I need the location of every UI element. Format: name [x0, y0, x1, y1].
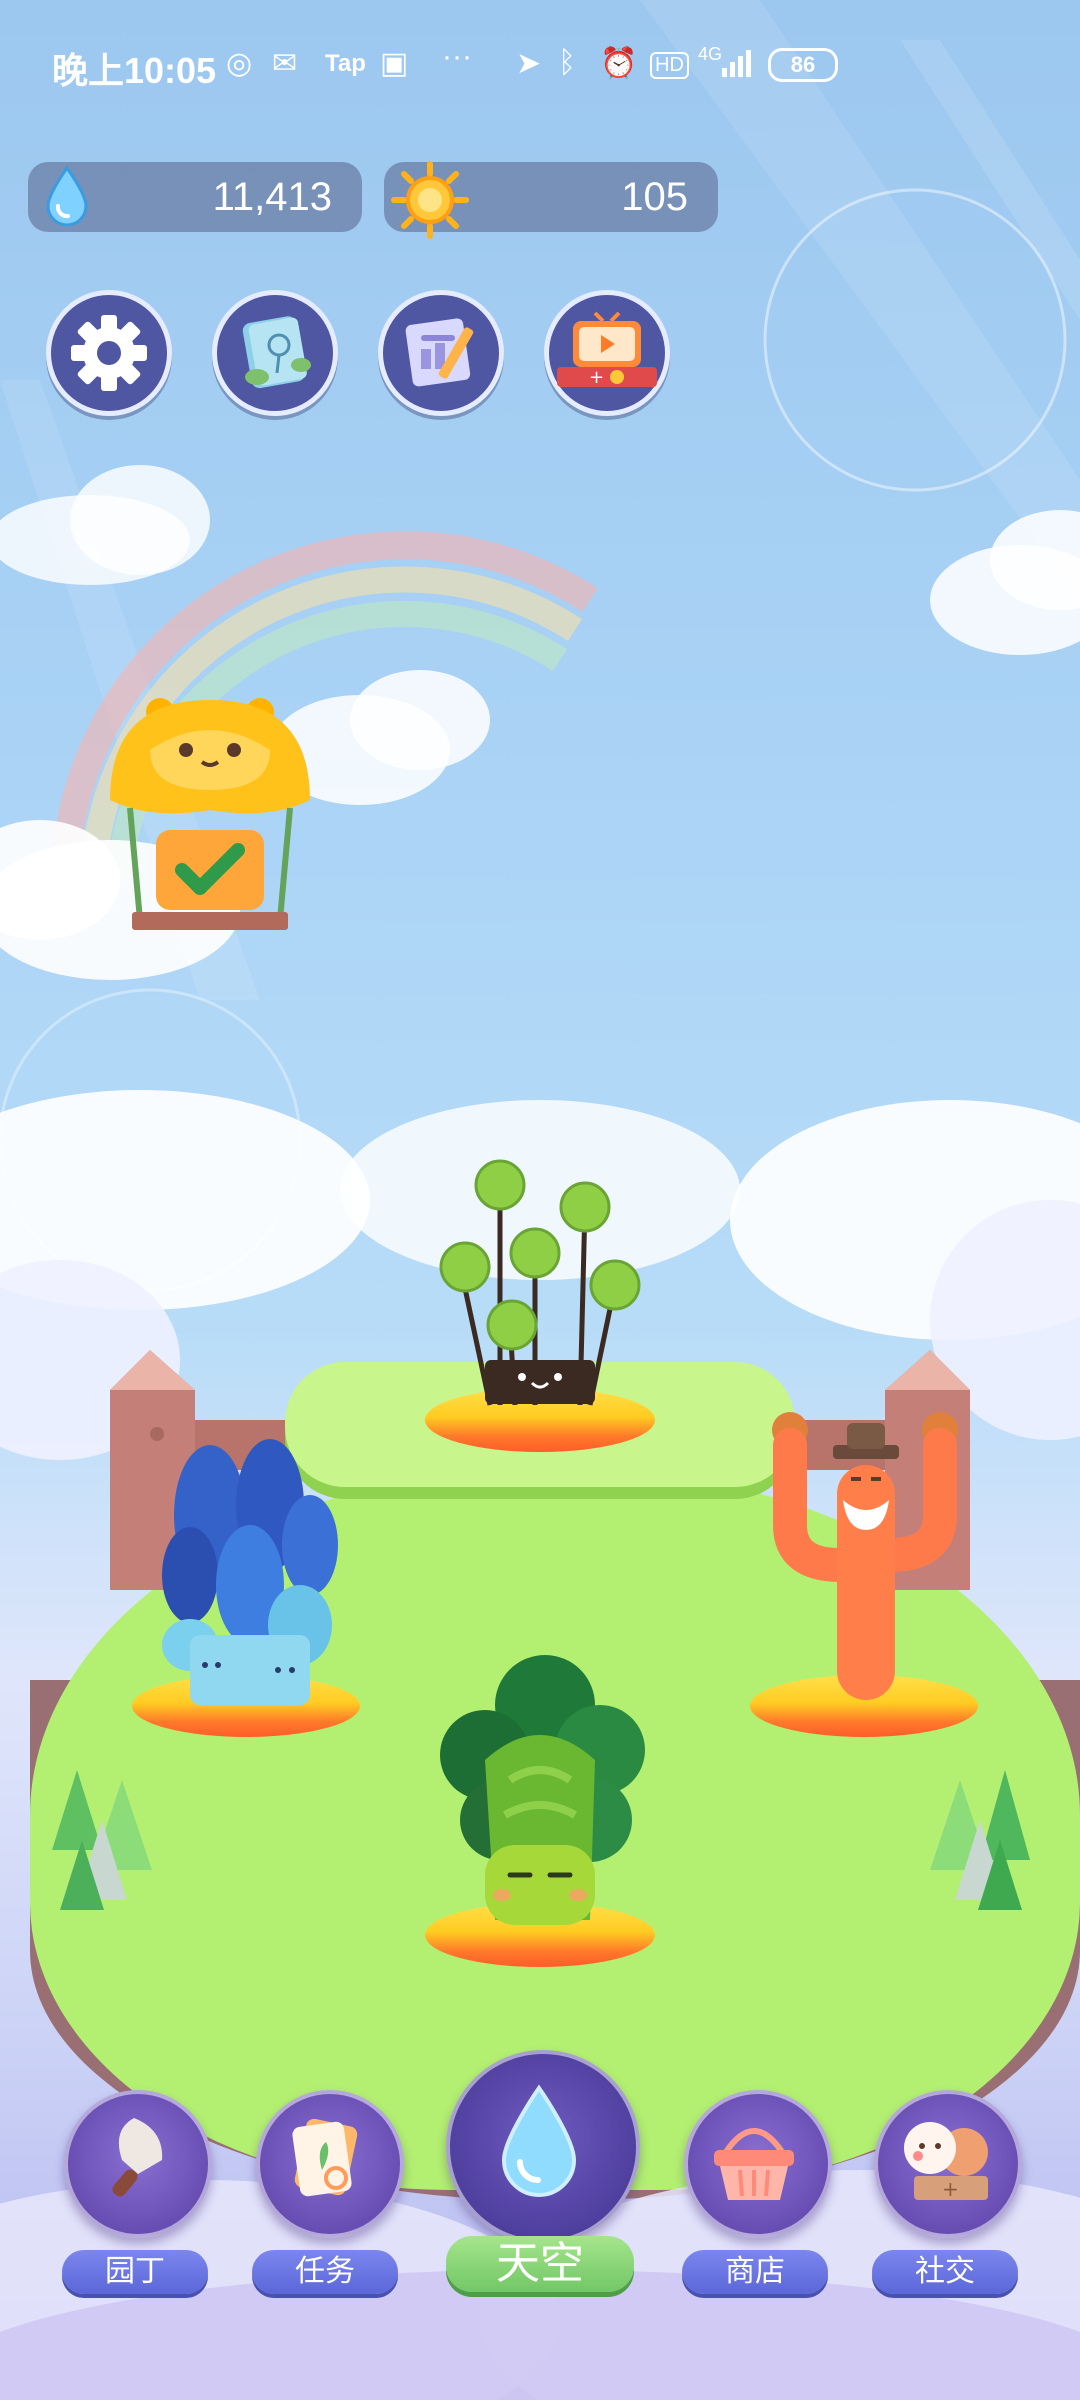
basket-icon [714, 2128, 794, 2200]
notepad-pencil-icon [405, 318, 474, 387]
network-type-icon: 4G [698, 44, 723, 64]
water-amount: 11,413 [212, 175, 332, 219]
status-bar: 晚上10:05 ◎ ✉ Tap ▣ ··· ➤ ᛒ ⏰ HD 4G 86 [0, 0, 1080, 120]
sync-icon: ◎ [226, 47, 253, 80]
trowel-icon [112, 2118, 163, 2197]
svg-text:+: + [589, 367, 604, 388]
watch-video-reward-button[interactable]: + [544, 290, 670, 416]
signal-icon [722, 50, 751, 77]
shop-nav-label[interactable]: 商店 [682, 2250, 828, 2294]
clock-time: 晚上10:05 [52, 50, 217, 91]
cactus-plant[interactable] [755, 1405, 975, 1705]
social-nav-button[interactable]: + [874, 2090, 1022, 2238]
svg-text:+: + [942, 2177, 959, 2201]
tasks-sheet-button[interactable] [378, 290, 504, 416]
gardener-nav-label[interactable]: 园丁 [62, 2250, 208, 2294]
tap-icon: Tap [325, 50, 366, 77]
sky-nav-button[interactable] [446, 2050, 640, 2244]
hd-icon: HD [650, 52, 689, 79]
sky-nav-label[interactable]: 天空 [446, 2236, 634, 2292]
battery-indicator: 86 [768, 48, 838, 82]
friends-icon: + [904, 2122, 988, 2201]
gardener-nav-button[interactable] [64, 2090, 212, 2238]
location-icon: ➤ [516, 47, 542, 80]
task-cards-icon [292, 2118, 358, 2197]
tasks-nav-label[interactable]: 任务 [252, 2250, 398, 2294]
water-drop-icon [501, 2084, 577, 2197]
bottom-nav: 园丁 任务 天空 商店 + 社交 [0, 2050, 1080, 2400]
tasks-nav-button[interactable] [256, 2090, 404, 2238]
left-trees [52, 1770, 152, 1910]
bear-balloon-gift[interactable] [100, 690, 320, 940]
more-notifications-icon: ··· [442, 40, 472, 73]
social-nav-label[interactable]: 社交 [872, 2250, 1018, 2294]
sun-counter: 105 [384, 161, 718, 239]
settings-button[interactable] [46, 290, 172, 416]
green-bush-plant[interactable] [430, 1650, 650, 1930]
sprout-plant[interactable] [430, 1155, 650, 1420]
shop-nav-button[interactable] [684, 2090, 832, 2238]
plant-book-button[interactable] [212, 290, 338, 416]
wechat-icon: ✉ [272, 47, 298, 80]
sun-icon [391, 161, 469, 239]
blue-mushroom-plant[interactable] [150, 1435, 340, 1705]
plant-book-icon [242, 316, 311, 389]
water-counter: 11,413 [28, 162, 362, 232]
gear-icon [71, 315, 147, 391]
right-trees [930, 1770, 1030, 1910]
bluetooth-icon: ᛒ [558, 46, 576, 79]
bilibili-icon: ▣ [380, 47, 409, 80]
sun-amount: 105 [621, 175, 688, 219]
tv-video-reward-icon: + [557, 311, 657, 388]
alarm-icon: ⏰ [600, 47, 638, 80]
water-drop-icon [46, 166, 88, 227]
